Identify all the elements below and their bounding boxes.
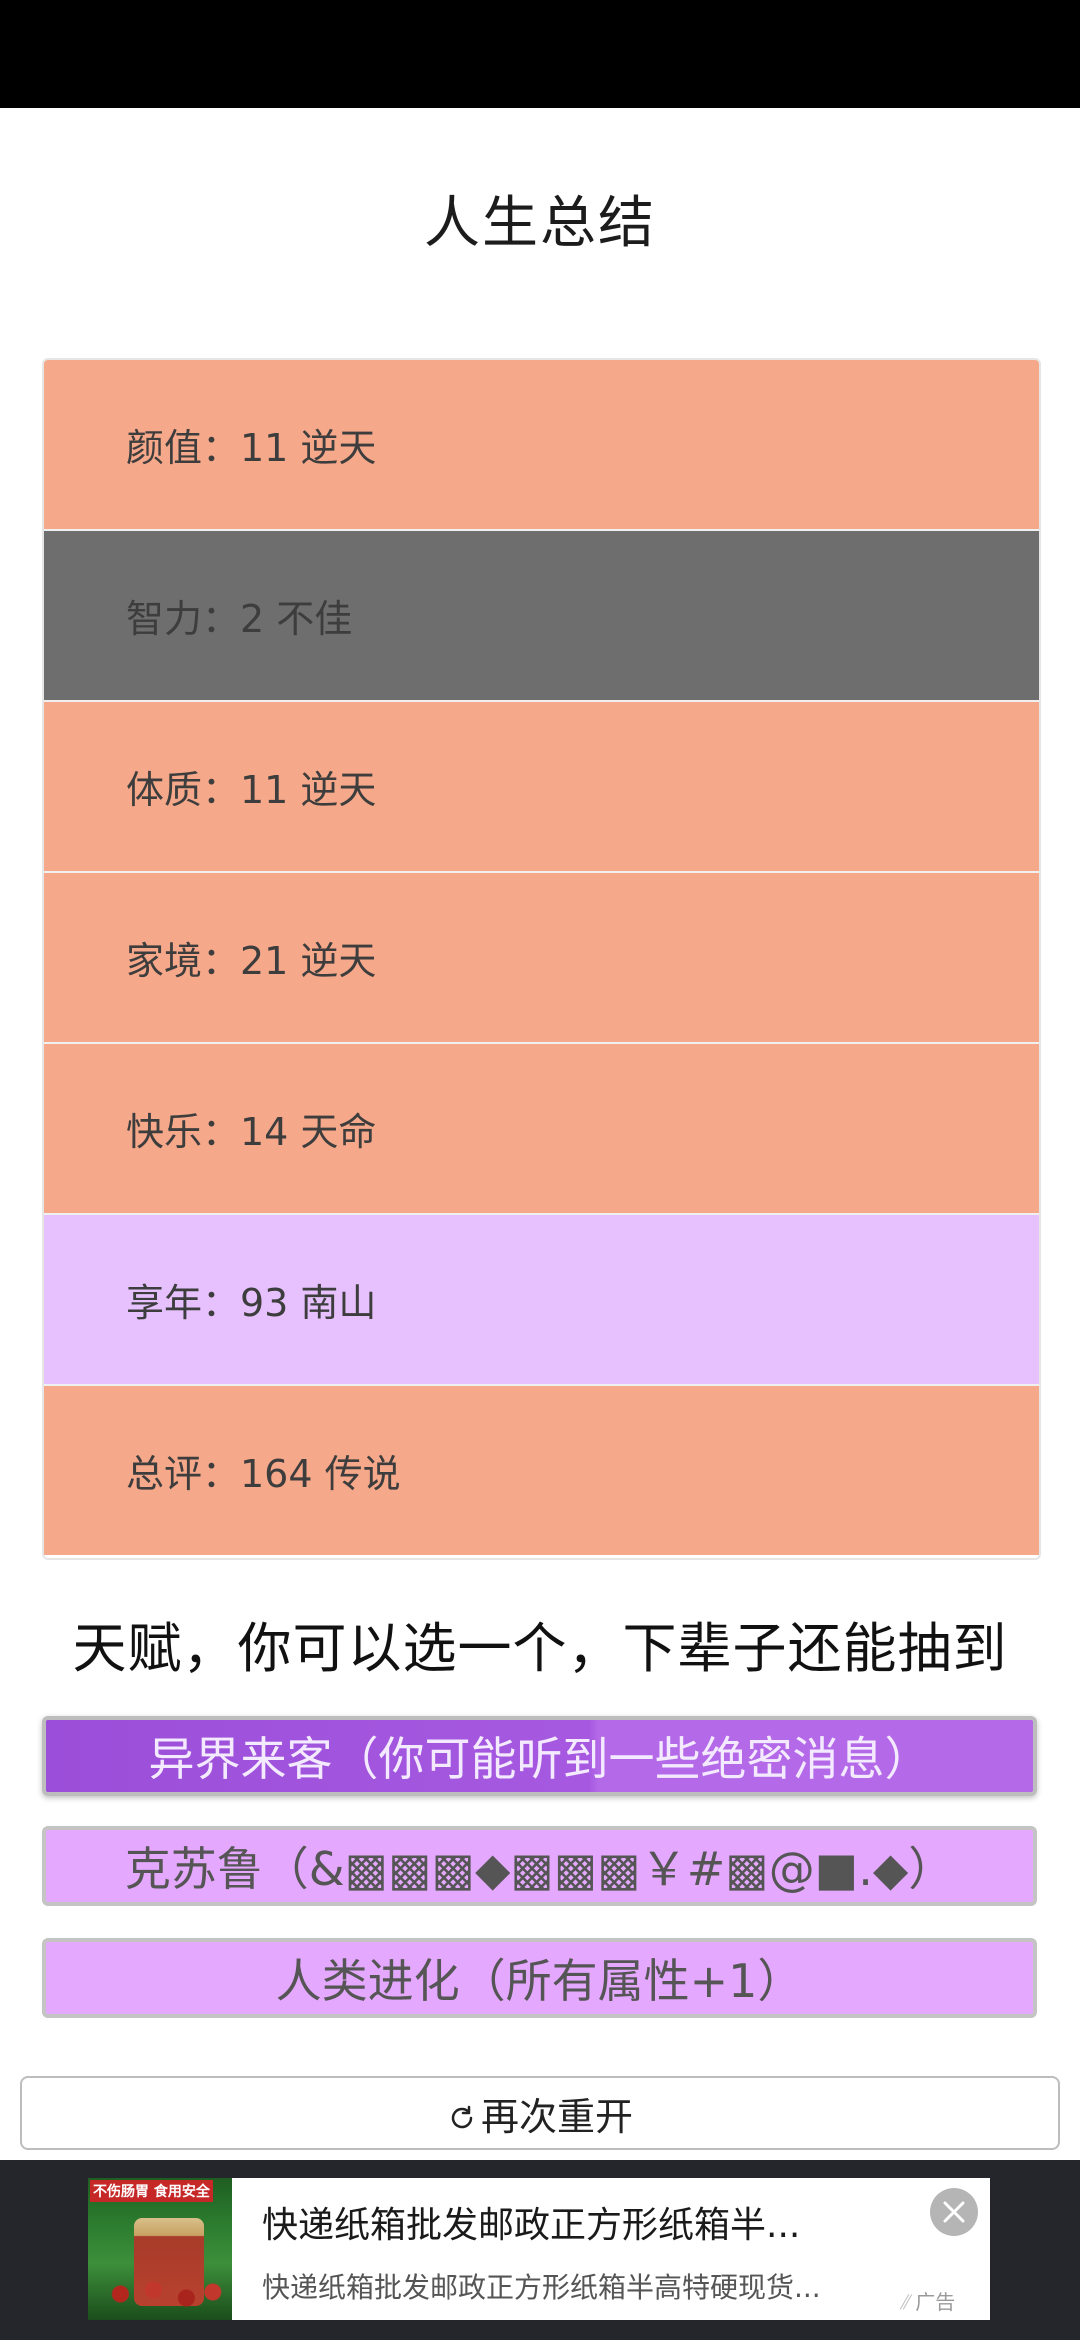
restart-button[interactable]: 再次重开 [20, 2076, 1060, 2150]
talent-button-cthulhu[interactable]: 克苏鲁（&▩▩▩◆▩▩▩￥#▩@■.◆） [42, 1826, 1037, 1906]
ad-logo-icon: ⫽ [900, 2290, 916, 2314]
talent-label: 人类进化（所有属性+1） [275, 1954, 804, 2008]
stat-row-overall: 总评：164 传说 [44, 1386, 1039, 1555]
ad-image[interactable]: 不伤肠胃 食用安全 [88, 2178, 232, 2320]
stat-text: 快乐：14 天命 [126, 1110, 377, 1154]
ad-image-text: 不伤肠胃 食用安全 [90, 2180, 213, 2202]
stat-row-intelligence: 智力：2 不佳 [44, 531, 1039, 702]
ad-title[interactable]: 快递纸箱批发邮政正方形纸箱半... [262, 2196, 800, 2248]
close-icon[interactable] [930, 2188, 978, 2236]
ad-content[interactable]: 不伤肠胃 食用安全 快递纸箱批发邮政正方形纸箱半... 快递纸箱批发邮政正方形纸… [88, 2178, 990, 2320]
talent-heading: 天赋，你可以选一个，下辈子还能抽到 [72, 1617, 1008, 1680]
ad-tag: ⫽ 广告 [900, 2286, 955, 2315]
stat-row-happiness: 快乐：14 天命 [44, 1044, 1039, 1215]
stat-text: 颜值：11 逆天 [126, 426, 377, 470]
stat-row-family: 家境：21 逆天 [44, 873, 1039, 1044]
stat-text: 体质：11 逆天 [126, 768, 377, 812]
stat-row-constitution: 体质：11 逆天 [44, 702, 1039, 873]
stat-text: 家境：21 逆天 [126, 939, 377, 983]
talent-button-otherworld-visitor[interactable]: 异界来客（你可能听到一些绝密消息） [42, 1716, 1037, 1796]
talent-button-human-evolution[interactable]: 人类进化（所有属性+1） [42, 1938, 1037, 2018]
restart-label: 再次重开 [480, 2094, 633, 2139]
ad-image-cubes [94, 2274, 226, 2314]
stat-row-lifespan: 享年：93 南山 [44, 1215, 1039, 1386]
stat-row-appearance: 颜值：11 逆天 [44, 360, 1039, 531]
talent-label: 克苏鲁（&▩▩▩◆▩▩▩￥#▩@■.◆） [124, 1842, 955, 1896]
stat-text: 总评：164 传说 [126, 1452, 401, 1496]
status-bar [0, 0, 1080, 108]
page-title: 人生总结 [424, 191, 656, 256]
stat-text: 智力：2 不佳 [126, 597, 353, 641]
ad-tag-label: 广告 [915, 2290, 956, 2314]
stat-text: 享年：93 南山 [126, 1281, 377, 1325]
talent-label: 异界来客（你可能听到一些绝密消息） [148, 1732, 931, 1786]
refresh-icon [447, 2098, 477, 2129]
stats-card: 颜值：11 逆天 智力：2 不佳 体质：11 逆天 家境：21 逆天 快乐：14… [42, 358, 1041, 1560]
ad-description[interactable]: 快递纸箱批发邮政正方形纸箱半高特硬现货... [262, 2266, 821, 2306]
